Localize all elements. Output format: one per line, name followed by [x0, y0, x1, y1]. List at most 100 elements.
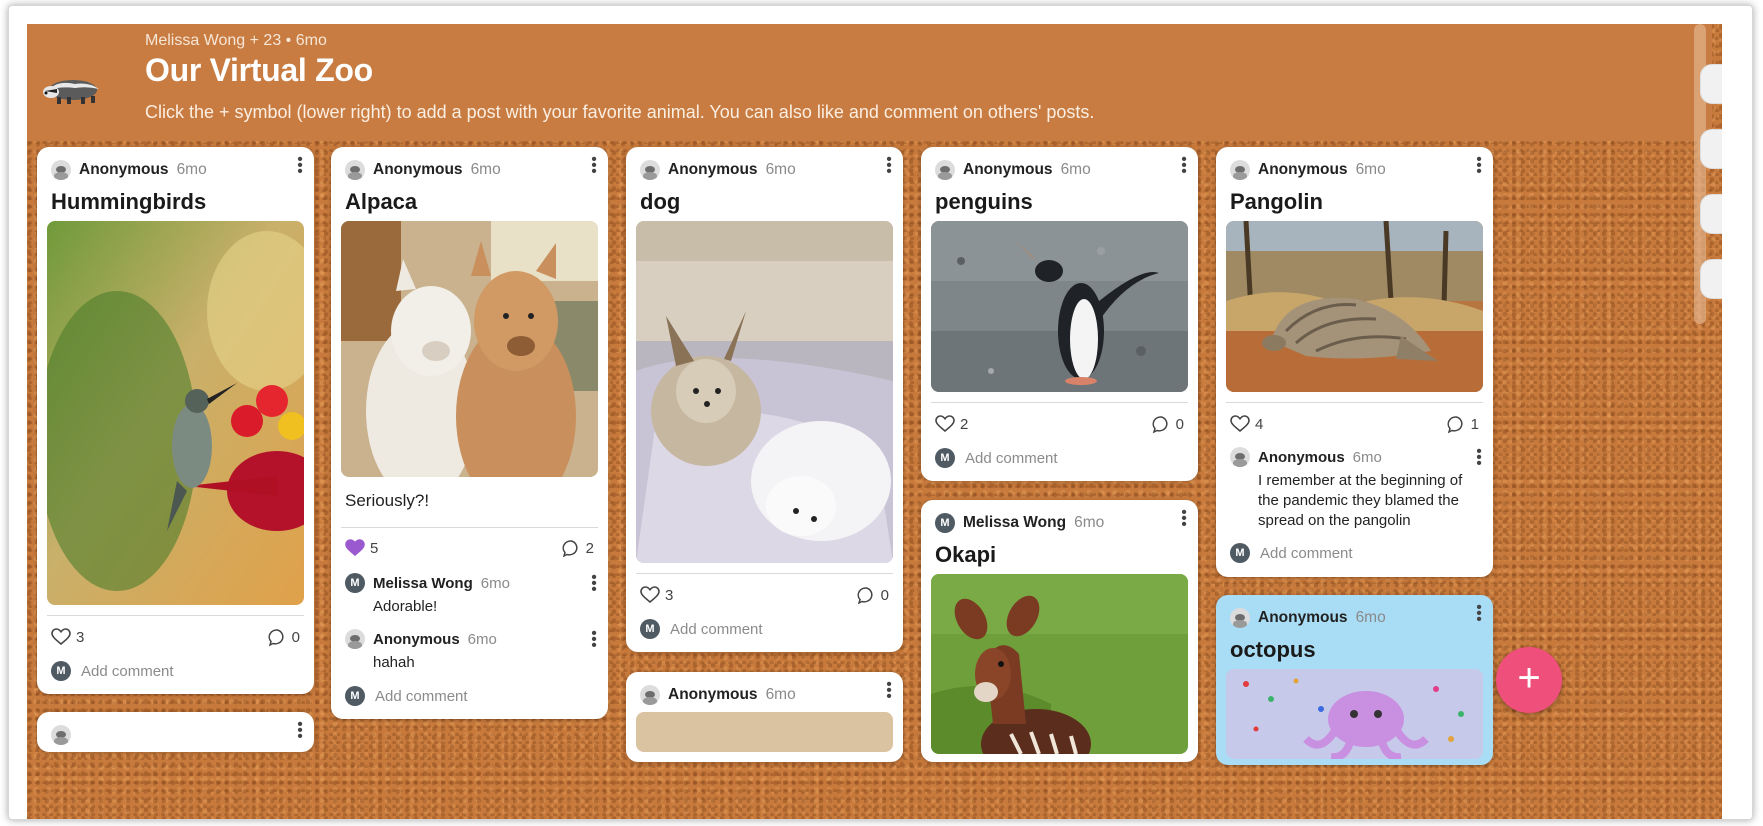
divider	[636, 573, 893, 574]
comment-button[interactable]: 0	[857, 586, 889, 605]
plus-icon: +	[1517, 656, 1541, 700]
add-comment-field[interactable]: M Add comment	[1230, 542, 1353, 564]
more-options-icon[interactable]: • • •	[885, 677, 893, 705]
comment-bubble-icon	[857, 586, 873, 604]
comment-button[interactable]: 0	[268, 628, 300, 647]
badger-icon	[43, 80, 99, 104]
more-options-icon[interactable]: • • •	[296, 717, 304, 745]
more-options-icon[interactable]: • • •	[1475, 152, 1483, 180]
comment-text: I remember at the beginning of the pande…	[1258, 472, 1463, 529]
anonymous-avatar	[640, 160, 660, 180]
add-comment-field[interactable]: M Add comment	[345, 685, 468, 707]
post-title: octopus	[1230, 637, 1316, 662]
post-author: Anonymous	[1258, 609, 1348, 626]
post-image[interactable]	[1226, 669, 1483, 759]
like-button[interactable]: 3	[51, 628, 84, 646]
side-panel-tab[interactable]	[1700, 64, 1722, 104]
browser-frame: Melissa Wong + 23 • 6mo Our Virtual Zoo …	[8, 5, 1753, 820]
post-header: Anonymous 6mo	[345, 159, 501, 181]
more-options-icon[interactable]: • • •	[1475, 600, 1483, 628]
post-card-partial[interactable]: • • •	[37, 712, 314, 752]
add-comment-field[interactable]: M Add comment	[640, 618, 763, 640]
post-author: Anonymous	[668, 161, 758, 178]
post-body: Seriously?!	[345, 491, 430, 510]
reactions-bar: 3 0	[640, 584, 889, 606]
comment-button[interactable]: 1	[1447, 415, 1479, 434]
comment-bubble-icon	[268, 628, 284, 646]
like-count: 3	[665, 586, 674, 604]
commenter-name: Anonymous	[373, 630, 460, 648]
post-image[interactable]	[47, 221, 304, 605]
post-image[interactable]	[636, 712, 893, 752]
commenter-name: Melissa Wong	[373, 574, 473, 592]
heart-icon	[935, 415, 955, 433]
post-image[interactable]	[1226, 221, 1483, 392]
post-card-dog[interactable]: Anonymous 6mo • • • dog 3 0 M Add commen…	[626, 147, 903, 652]
post-header	[51, 724, 71, 746]
author-avatar: M	[935, 513, 955, 533]
anonymous-avatar	[345, 629, 365, 649]
post-header: Anonymous 6mo	[1230, 607, 1386, 629]
board-meta: Melissa Wong + 23 • 6mo	[145, 32, 327, 49]
post-time: 6mo	[1355, 161, 1386, 178]
like-button[interactable]: 2	[935, 415, 968, 433]
post-image[interactable]	[636, 221, 893, 563]
anonymous-avatar	[640, 685, 660, 705]
post-image[interactable]	[341, 221, 598, 477]
comment-button[interactable]: 2	[562, 539, 594, 558]
padlet-wall: Melissa Wong + 23 • 6mo Our Virtual Zoo …	[27, 24, 1722, 819]
comment-options-icon[interactable]: • • •	[590, 570, 598, 598]
heart-icon	[1230, 415, 1250, 433]
more-options-icon[interactable]: • • •	[1180, 152, 1188, 180]
post-time: 6mo	[176, 161, 207, 178]
reactions-bar: 4 1	[1230, 413, 1479, 435]
like-button[interactable]: 3	[640, 586, 673, 604]
post-card-partial[interactable]: Anonymous 6mo • • •	[626, 672, 903, 762]
post-title: Okapi	[935, 542, 997, 567]
post-image[interactable]	[931, 574, 1188, 754]
more-options-icon[interactable]: • • •	[885, 152, 893, 180]
comment-button[interactable]: 0	[1152, 415, 1184, 434]
more-options-icon[interactable]: • • •	[1180, 505, 1188, 533]
reactions-bar: 2 0	[935, 413, 1184, 435]
anonymous-avatar	[1230, 447, 1250, 467]
like-count: 2	[960, 415, 969, 433]
post-header: Anonymous 6mo	[1230, 159, 1386, 181]
more-options-icon[interactable]: • • •	[296, 152, 304, 180]
comment-item: Anonymous 6mo I remember at the beginnin…	[1230, 447, 1479, 531]
add-comment-field[interactable]: M Add comment	[935, 447, 1058, 469]
divider	[341, 527, 598, 528]
post-card-okapi[interactable]: M Melissa Wong 6mo • • • Okapi	[921, 500, 1198, 762]
comment-item: Anonymous 6mo hahah	[345, 629, 594, 673]
post-title: Alpaca	[345, 189, 418, 214]
add-comment-field[interactable]: M Add comment	[51, 660, 174, 682]
post-author: Melissa Wong	[963, 514, 1067, 531]
post-card-pangolin[interactable]: Anonymous 6mo • • • Pangolin 4 1 Anonymo…	[1216, 147, 1493, 577]
more-options-icon[interactable]: • • •	[590, 152, 598, 180]
comment-item: M Melissa Wong 6mo Adorable!	[345, 573, 594, 617]
like-button[interactable]: 4	[1230, 415, 1263, 433]
post-card-hummingbirds[interactable]: Anonymous 6mo • • • Hummingbirds 3 0 M A…	[37, 147, 314, 694]
post-image[interactable]	[931, 221, 1188, 392]
heart-icon	[640, 586, 660, 604]
add-post-button[interactable]: +	[1496, 647, 1562, 713]
post-card-octopus[interactable]: Anonymous 6mo • • • octopus	[1216, 595, 1493, 765]
add-comment-placeholder: Add comment	[1260, 544, 1353, 562]
comment-text: hahah	[373, 654, 415, 671]
post-header: M Melissa Wong 6mo	[935, 512, 1104, 534]
divider	[47, 615, 304, 616]
side-panel-tab[interactable]	[1700, 259, 1722, 299]
anonymous-avatar	[51, 725, 71, 745]
heart-filled-icon	[345, 539, 365, 557]
post-card-penguins[interactable]: Anonymous 6mo • • • penguins 2 0 M Add c…	[921, 147, 1198, 481]
like-button[interactable]: 5	[345, 539, 378, 557]
board-description: Click the + symbol (lower right) to add …	[145, 102, 1095, 122]
post-card-alpaca[interactable]: Anonymous 6mo • • • Alpaca Seriously?! 5…	[331, 147, 608, 719]
divider	[931, 402, 1188, 403]
side-panel-tab[interactable]	[1700, 194, 1722, 234]
side-panel-tab[interactable]	[1700, 129, 1722, 169]
comment-options-icon[interactable]: • • •	[590, 626, 598, 654]
comment-options-icon[interactable]: • • •	[1475, 444, 1483, 472]
comment-count: 0	[291, 628, 300, 646]
like-count: 4	[1255, 415, 1264, 433]
